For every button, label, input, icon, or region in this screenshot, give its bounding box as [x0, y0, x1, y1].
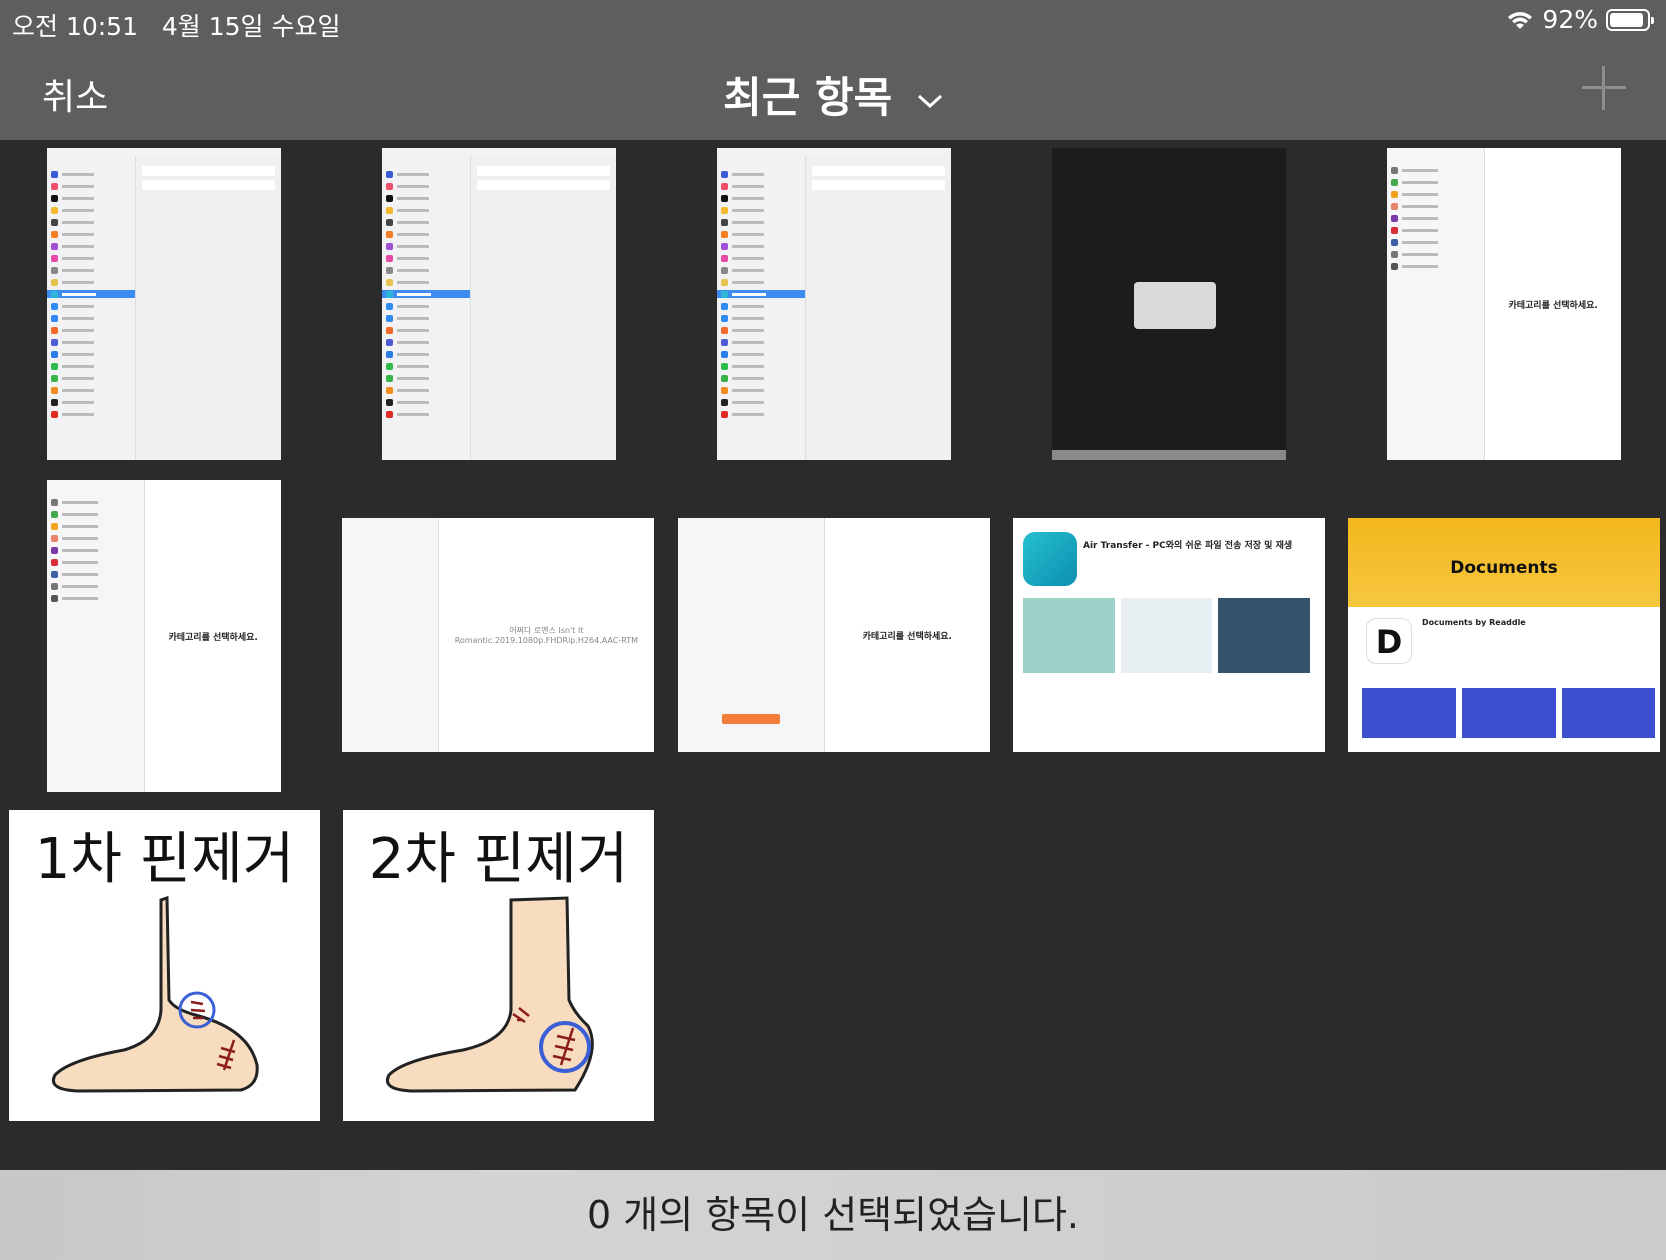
documents-logo-icon: D: [1366, 618, 1412, 664]
thumbnail-main: [470, 156, 616, 460]
nav-bar: 취소 최근 항목: [0, 50, 1666, 140]
thumbnail-sidebar: [382, 156, 471, 460]
thumbnail-body: [717, 156, 951, 460]
photo-thumbnail[interactable]: 2차 핀제거: [343, 810, 654, 1121]
thumbnail-main-text: 카테고리를 선택하세요.: [862, 631, 952, 642]
thumbnail-main-text: 카테고리를 선택하세요.: [168, 632, 258, 643]
thumbnail-main: [805, 156, 951, 460]
thumbnail-status: [717, 148, 951, 156]
thumbnail-sidebar: [342, 518, 439, 752]
foot-illustration: [52, 895, 259, 1093]
thumbnail-status: [382, 148, 616, 156]
thumbnail-brand: Documents: [1450, 558, 1558, 578]
plus-icon[interactable]: [1582, 66, 1626, 110]
photo-thumbnail[interactable]: Air Transfer - PC와의 쉬운 파일 전송 저장 및 재생: [1013, 518, 1325, 752]
thumbnail-body: 카테고리를 선택하세요.: [1387, 148, 1621, 460]
thumbnail-screenshots: [1023, 598, 1311, 673]
thumbnail-sidebar: [717, 156, 806, 460]
photo-thumbnail[interactable]: 카테고리를 선택하세요.: [47, 480, 281, 792]
photo-thumbnail[interactable]: 카테고리를 선택하세요.: [678, 518, 990, 752]
thumbnail-main: [135, 156, 281, 460]
photo-thumbnail[interactable]: [47, 148, 281, 460]
photo-thumbnail[interactable]: [717, 148, 951, 460]
status-time-date: 오전 10:51 4월 15일 수요일: [12, 7, 340, 43]
thumbnail-footer: [1052, 450, 1286, 460]
selection-count-text: 0 개의 항목이 선택되었습니다.: [586, 1193, 1079, 1237]
illustration-caption: 1차 핀제거: [34, 827, 295, 892]
thumbnail-main-text: 카테고리를 선택하세요.: [1508, 300, 1598, 311]
photo-grid: 카테고리를 선택하세요. 카테고리를 선택하세요. 어쩌다 로맨스 Isn't …: [0, 140, 1666, 1170]
thumbnail-status: [47, 148, 281, 156]
foot-illustration: [386, 896, 594, 1093]
battery-icon: [1606, 8, 1654, 31]
status-bar: 오전 10:51 4월 15일 수요일 92%: [0, 0, 1666, 50]
thumbnail-cards: [1362, 688, 1656, 738]
thumbnail-body: [382, 156, 616, 460]
status-date: 4월 15일 수요일: [161, 12, 341, 41]
thumbnail-title: Air Transfer - PC와의 쉬운 파일 전송 저장 및 재생: [1083, 541, 1293, 551]
photo-thumbnail[interactable]: 어쩌다 로맨스 Isn't It Romantic.2019.1080p.FHD…: [342, 518, 654, 752]
illustration-caption: 2차 핀제거: [368, 827, 629, 892]
thumbnail-subtitle: Documents by Readdle: [1422, 618, 1526, 627]
status-time: 오전 10:51: [12, 12, 138, 41]
photo-thumbnail[interactable]: [382, 148, 616, 460]
chevron-down-icon: [917, 94, 942, 108]
app-icon: [1023, 532, 1077, 586]
album-picker[interactable]: 최근 항목: [0, 64, 1666, 125]
photo-thumbnail[interactable]: 카테고리를 선택하세요.: [1387, 148, 1621, 460]
status-right: 92%: [1506, 5, 1654, 34]
thumbnail-sidebar: [1387, 148, 1486, 460]
photo-thumbnail[interactable]: Documents D Documents by Readdle: [1348, 518, 1660, 752]
thumbnail-sidebar: [678, 518, 825, 752]
battery-percent: 92%: [1542, 5, 1598, 34]
battery-fill: [1610, 12, 1644, 27]
thumbnail-body: [47, 156, 281, 460]
thumbnail-dialog: [1133, 282, 1216, 329]
thumbnail-body: 카테고리를 선택하세요.: [47, 480, 281, 792]
selection-footer: 0 개의 항목이 선택되었습니다.: [0, 1170, 1666, 1260]
photo-thumbnail[interactable]: 1차 핀제거: [9, 810, 320, 1121]
thumbnail-sidebar: [47, 480, 146, 792]
page-title: 최근 항목: [723, 73, 893, 122]
thumbnail-main-text: 어쩌다 로맨스 Isn't It Romantic.2019.1080p.FHD…: [454, 626, 639, 645]
wifi-icon: [1508, 11, 1533, 29]
photo-thumbnail[interactable]: [1052, 148, 1286, 460]
thumbnail-sidebar: [47, 156, 136, 460]
